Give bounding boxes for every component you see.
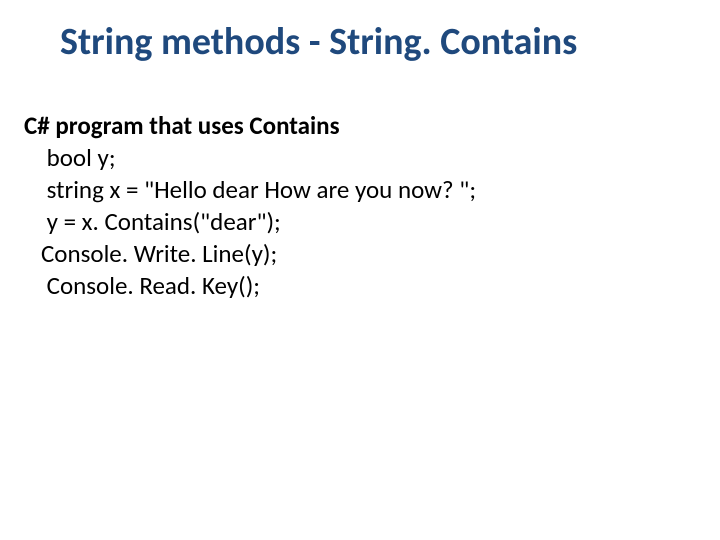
code-line-1: bool y; bbox=[24, 142, 680, 174]
slide-body: C# program that uses Contains bool y; st… bbox=[24, 110, 680, 302]
code-line-2: string x = "Hello dear How are you now? … bbox=[24, 174, 680, 206]
section-heading: C# program that uses Contains bbox=[24, 110, 680, 142]
code-line-5: Console. Read. Key(); bbox=[24, 270, 680, 302]
slide: String methods - String. Contains C# pro… bbox=[0, 0, 720, 540]
code-line-3: y = x. Contains("dear"); bbox=[24, 206, 680, 238]
code-line-4: Console. Write. Line(y); bbox=[24, 238, 680, 270]
slide-title: String methods - String. Contains bbox=[60, 22, 680, 64]
